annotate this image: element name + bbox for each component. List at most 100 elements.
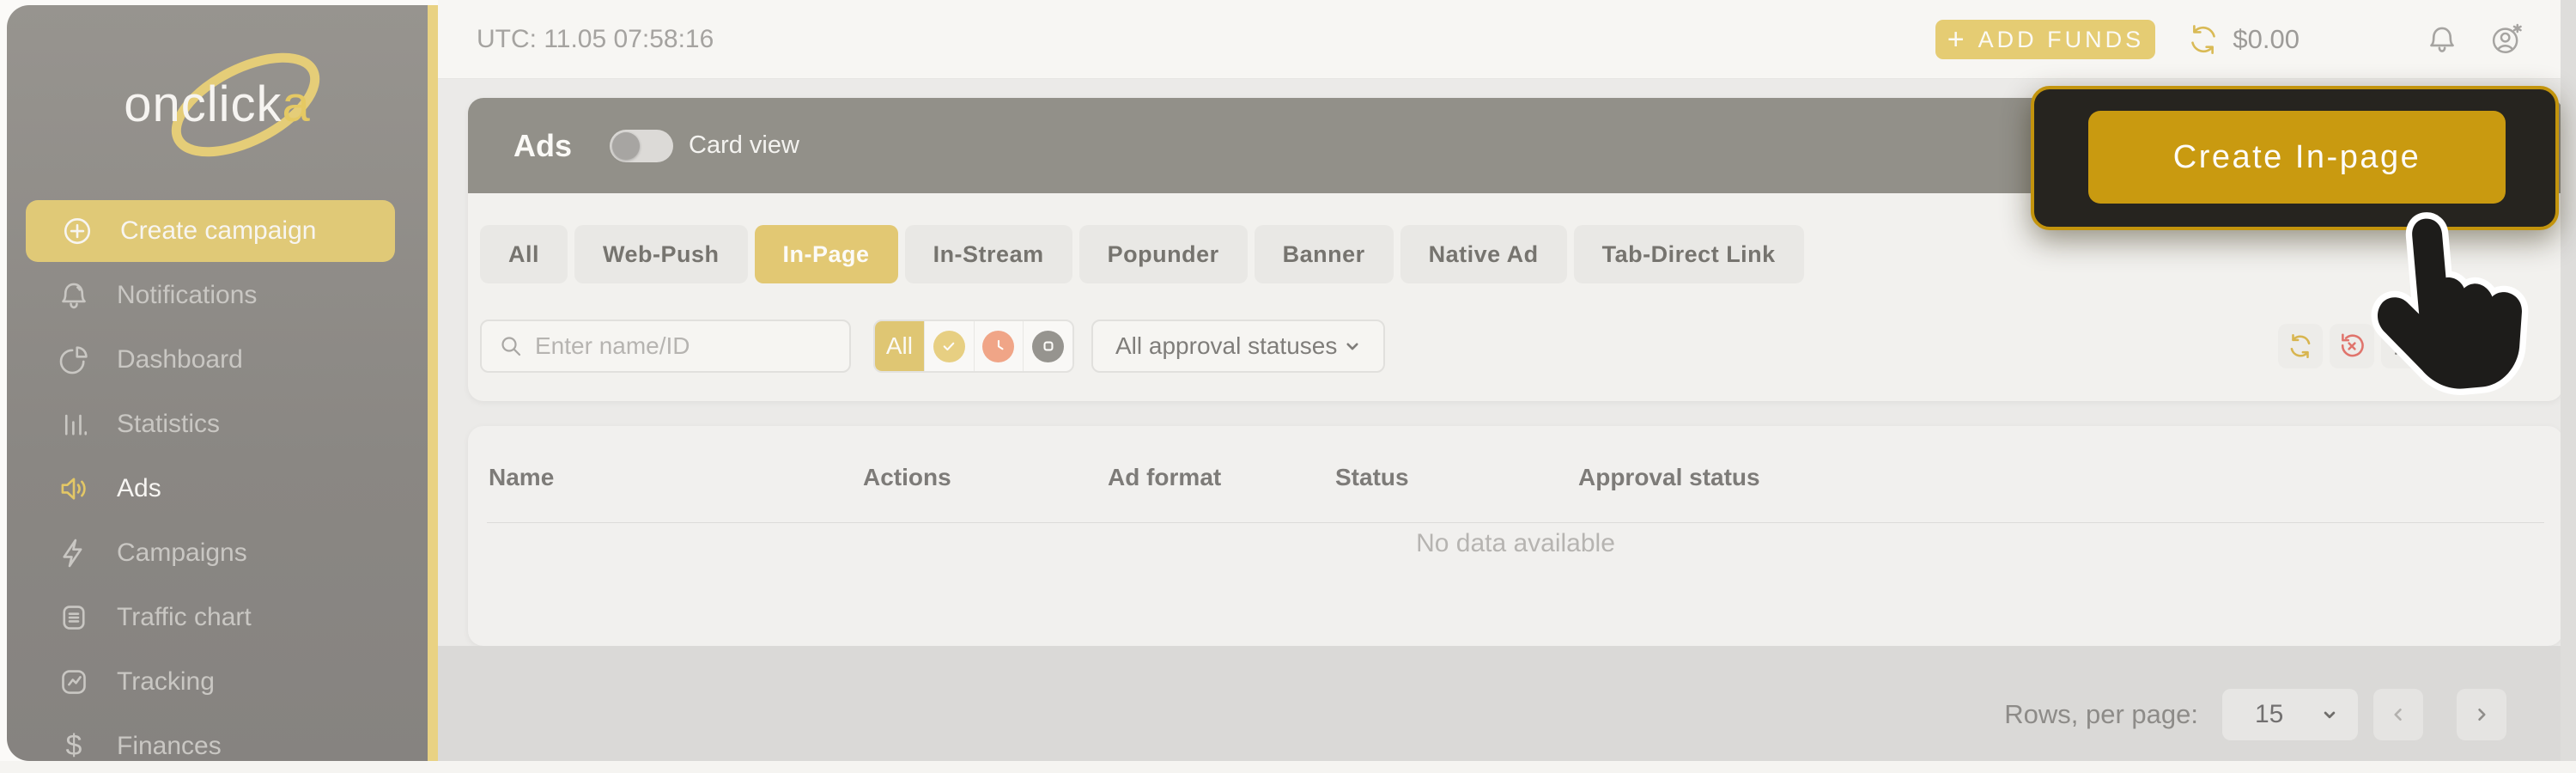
tab-in-page[interactable]: In-Page bbox=[754, 225, 898, 283]
tutorial-highlight-box: Create In-page bbox=[2031, 86, 2559, 230]
bar-chart-icon bbox=[64, 414, 88, 435]
reset-icon bbox=[2341, 333, 2364, 357]
sidebar-item-notifications[interactable]: Notifications bbox=[7, 263, 428, 327]
status-filter-approved[interactable] bbox=[925, 321, 975, 371]
logo: onclicka bbox=[7, 52, 428, 157]
rows-per-page-select[interactable]: 15 bbox=[2222, 689, 2358, 740]
topbar-right: + ADD FUNDS $0.00 bbox=[1935, 0, 2524, 79]
balance-amount: $0.00 bbox=[2233, 24, 2300, 54]
ad-format-tabs: All Web-Push In-Page In-Stream Popunder … bbox=[480, 225, 1804, 283]
status-filter-rejected[interactable] bbox=[1024, 321, 1072, 371]
sidebar-item-label: Tracking bbox=[117, 666, 215, 696]
card-view-toggle[interactable] bbox=[610, 129, 674, 162]
sidebar-item-ads[interactable]: Ads bbox=[7, 456, 428, 520]
notifications-bell-icon[interactable] bbox=[2425, 22, 2459, 57]
sidebar-item-label: Ads bbox=[117, 473, 161, 502]
refresh-balance-icon[interactable] bbox=[2186, 22, 2221, 57]
approval-status-value: All approval statuses bbox=[1115, 332, 1338, 359]
speaker-icon bbox=[61, 477, 86, 500]
filter-row: All All approval statuses bbox=[480, 320, 1385, 373]
approval-status-select[interactable]: All approval statuses bbox=[1091, 320, 1385, 373]
refresh-icon bbox=[2290, 333, 2311, 359]
sidebar-item-dashboard[interactable]: Dashboard bbox=[7, 327, 428, 392]
footer-zone: Rows, per page: 15 bbox=[438, 646, 2561, 773]
tab-banner[interactable]: Banner bbox=[1254, 225, 1394, 283]
settings-button[interactable] bbox=[2381, 324, 2426, 368]
previous-page-button[interactable] bbox=[2373, 689, 2423, 740]
add-funds-button[interactable]: + ADD FUNDS bbox=[1935, 20, 2156, 59]
chevron-down-icon bbox=[2324, 711, 2336, 719]
search-input[interactable] bbox=[535, 332, 827, 360]
plus-icon: + bbox=[1947, 22, 1965, 56]
app-screen: onclicka Create campaign Notifications D… bbox=[0, 0, 2576, 773]
account-icon[interactable] bbox=[2490, 22, 2524, 57]
sidebar-item-statistics[interactable]: Statistics bbox=[7, 392, 428, 456]
sidebar-item-label: Finances bbox=[117, 731, 222, 760]
search-box bbox=[480, 320, 851, 373]
balance-group: $0.00 bbox=[2186, 22, 2300, 57]
logo-text: onclicka bbox=[124, 76, 311, 132]
plus-circle-icon bbox=[64, 217, 91, 245]
empty-state-text: No data available bbox=[1416, 529, 1615, 557]
chevron-right-icon bbox=[2478, 709, 2486, 721]
card-view-label: Card view bbox=[689, 131, 799, 159]
dollar-icon: $ bbox=[65, 729, 82, 762]
pie-chart-icon bbox=[59, 345, 88, 374]
tab-web-push[interactable]: Web-Push bbox=[574, 225, 748, 283]
logo-accent: a bbox=[282, 76, 311, 132]
create-campaign-label: Create campaign bbox=[120, 216, 317, 245]
tracking-chart-icon bbox=[62, 669, 86, 694]
column-header-status: Status bbox=[1335, 464, 1409, 490]
status-filter-group: All bbox=[873, 320, 1074, 373]
create-campaign-button[interactable]: Create campaign bbox=[26, 200, 395, 262]
column-header-name: Name bbox=[489, 464, 555, 490]
column-header-actions: Actions bbox=[863, 464, 951, 490]
refresh-list-button[interactable] bbox=[2278, 324, 2323, 368]
bell-icon bbox=[62, 283, 86, 308]
tab-popunder[interactable]: Popunder bbox=[1078, 225, 1248, 283]
sidebar-item-label: Notifications bbox=[117, 280, 258, 309]
check-icon bbox=[933, 330, 965, 362]
filter-actions bbox=[2278, 324, 2426, 368]
sidebar-item-tracking[interactable]: Tracking bbox=[7, 649, 428, 714]
rows-per-page-label: Rows, per page: bbox=[2004, 699, 2198, 729]
bottom-frame bbox=[0, 761, 2576, 773]
clock-icon bbox=[982, 330, 1015, 362]
bolt-icon bbox=[63, 539, 82, 567]
chevron-down-icon bbox=[1346, 343, 1358, 350]
search-icon bbox=[501, 337, 521, 356]
gear-icon bbox=[2391, 334, 2415, 358]
sidebar-item-label: Dashboard bbox=[117, 344, 243, 374]
sidebar-item-label: Traffic chart bbox=[117, 602, 252, 631]
status-filter-all[interactable]: All bbox=[875, 321, 925, 371]
topbar: UTC: 11.05 07:58:16 + ADD FUNDS $0.00 bbox=[438, 0, 2561, 79]
reset-filters-button[interactable] bbox=[2330, 324, 2374, 368]
tab-native-ad[interactable]: Native Ad bbox=[1400, 225, 1567, 283]
chevron-left-icon bbox=[2394, 709, 2402, 721]
sidebar-nav: Notifications Dashboard Statistics Ads C… bbox=[7, 263, 428, 773]
status-filter-pending[interactable] bbox=[975, 321, 1024, 371]
sidebar: onclicka Create campaign Notifications D… bbox=[7, 5, 428, 762]
sidebar-item-label: Campaigns bbox=[117, 538, 247, 567]
tab-in-stream[interactable]: In-Stream bbox=[904, 225, 1072, 283]
sidebar-item-campaigns[interactable]: Campaigns bbox=[7, 520, 428, 585]
ads-table: Name Actions Ad format Status Approval s… bbox=[468, 426, 2563, 646]
sidebar-item-traffic-chart[interactable]: Traffic chart bbox=[7, 585, 428, 649]
create-in-page-button[interactable]: Create In-page bbox=[2088, 111, 2506, 204]
next-page-button[interactable] bbox=[2457, 689, 2506, 740]
toggle-knob bbox=[612, 131, 641, 160]
column-header-ad-format: Ad format bbox=[1108, 464, 1222, 490]
page-title: Ads bbox=[513, 127, 573, 163]
column-header-approval-status: Approval status bbox=[1578, 464, 1760, 490]
table-header-divider bbox=[487, 522, 2544, 523]
sidebar-item-label: Statistics bbox=[117, 409, 221, 438]
tab-all[interactable]: All bbox=[480, 225, 568, 283]
stop-icon bbox=[1032, 330, 1065, 362]
sidebar-accent-strip bbox=[428, 5, 438, 761]
scrollbar-track[interactable] bbox=[2561, 0, 2576, 773]
utc-clock: UTC: 11.05 07:58:16 bbox=[477, 25, 714, 53]
pagination: Rows, per page: 15 bbox=[2004, 689, 2506, 740]
document-list-icon bbox=[63, 605, 85, 630]
rows-per-page-value: 15 bbox=[2255, 700, 2284, 728]
tab-direct-link[interactable]: Tab-Direct Link bbox=[1573, 225, 1804, 283]
